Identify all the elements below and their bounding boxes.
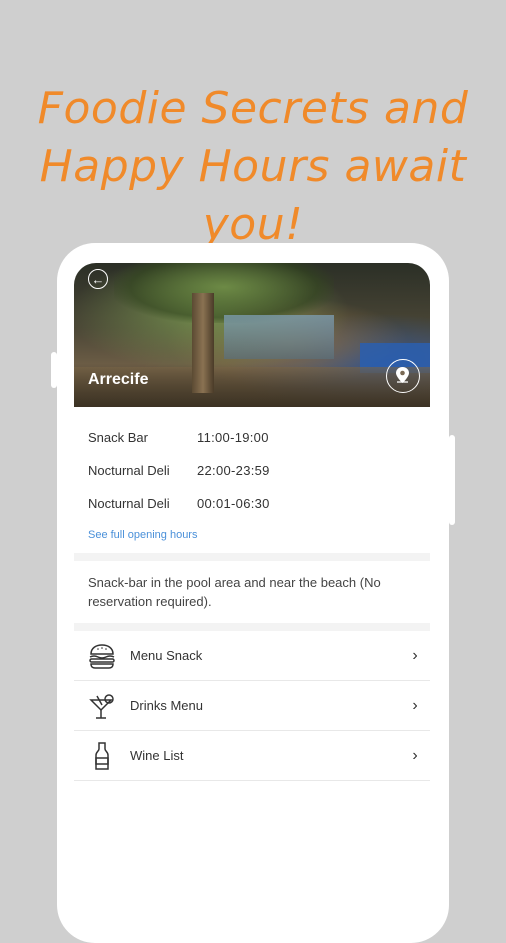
hours-row: Nocturnal Deli 00:01-06:30 <box>74 487 430 520</box>
chevron-right-icon: › <box>412 696 418 714</box>
full-hours-link[interactable]: See full opening hours <box>74 520 430 553</box>
hours-row: Nocturnal Deli 22:00-23:59 <box>74 454 430 487</box>
map-pin-icon <box>396 367 409 383</box>
promo-headline: Foodie Secrets and Happy Hours await you… <box>0 80 506 254</box>
cocktail-icon <box>89 693 114 719</box>
menu-item-label: Drinks Menu <box>130 698 203 713</box>
phone-side-button <box>51 352 57 388</box>
headline-line-1: Foodie Secrets and <box>37 83 469 134</box>
phone-side-button <box>449 435 455 525</box>
hours-time: 00:01-06:30 <box>197 496 270 511</box>
chevron-right-icon: › <box>412 746 418 764</box>
app-screen: ← Arrecife Snack Bar 11:00-19:00 Nocturn… <box>74 263 430 923</box>
venue-hero-image: ← Arrecife <box>74 263 430 407</box>
chevron-right-icon: › <box>412 646 418 664</box>
wine-bottle-icon <box>95 741 109 770</box>
hours-time: 11:00-19:00 <box>197 430 269 445</box>
section-divider <box>74 553 430 561</box>
menu-list: Menu Snack › Drinks Menu › Wine List › <box>74 631 430 781</box>
section-divider <box>74 623 430 631</box>
menu-item-wine[interactable]: Wine List › <box>74 731 430 781</box>
menu-item-snack[interactable]: Menu Snack › <box>74 631 430 681</box>
opening-hours: Snack Bar 11:00-19:00 Nocturnal Deli 22:… <box>74 407 430 553</box>
hours-row: Snack Bar 11:00-19:00 <box>74 421 430 454</box>
hours-name: Nocturnal Deli <box>88 496 170 511</box>
menu-item-label: Wine List <box>130 748 184 763</box>
hours-time: 22:00-23:59 <box>197 463 270 478</box>
map-pin-button[interactable] <box>386 359 420 393</box>
headline-line-2: Happy Hours await you! <box>39 141 467 250</box>
venue-title: Arrecife <box>88 371 149 388</box>
menu-item-drinks[interactable]: Drinks Menu › <box>74 681 430 731</box>
venue-description: Snack-bar in the pool area and near the … <box>88 575 381 609</box>
burger-icon <box>89 643 115 669</box>
menu-item-label: Menu Snack <box>130 648 203 663</box>
hours-name: Snack Bar <box>88 430 148 445</box>
back-arrow-icon[interactable]: ← <box>88 269 108 289</box>
hours-name: Nocturnal Deli <box>88 463 170 478</box>
